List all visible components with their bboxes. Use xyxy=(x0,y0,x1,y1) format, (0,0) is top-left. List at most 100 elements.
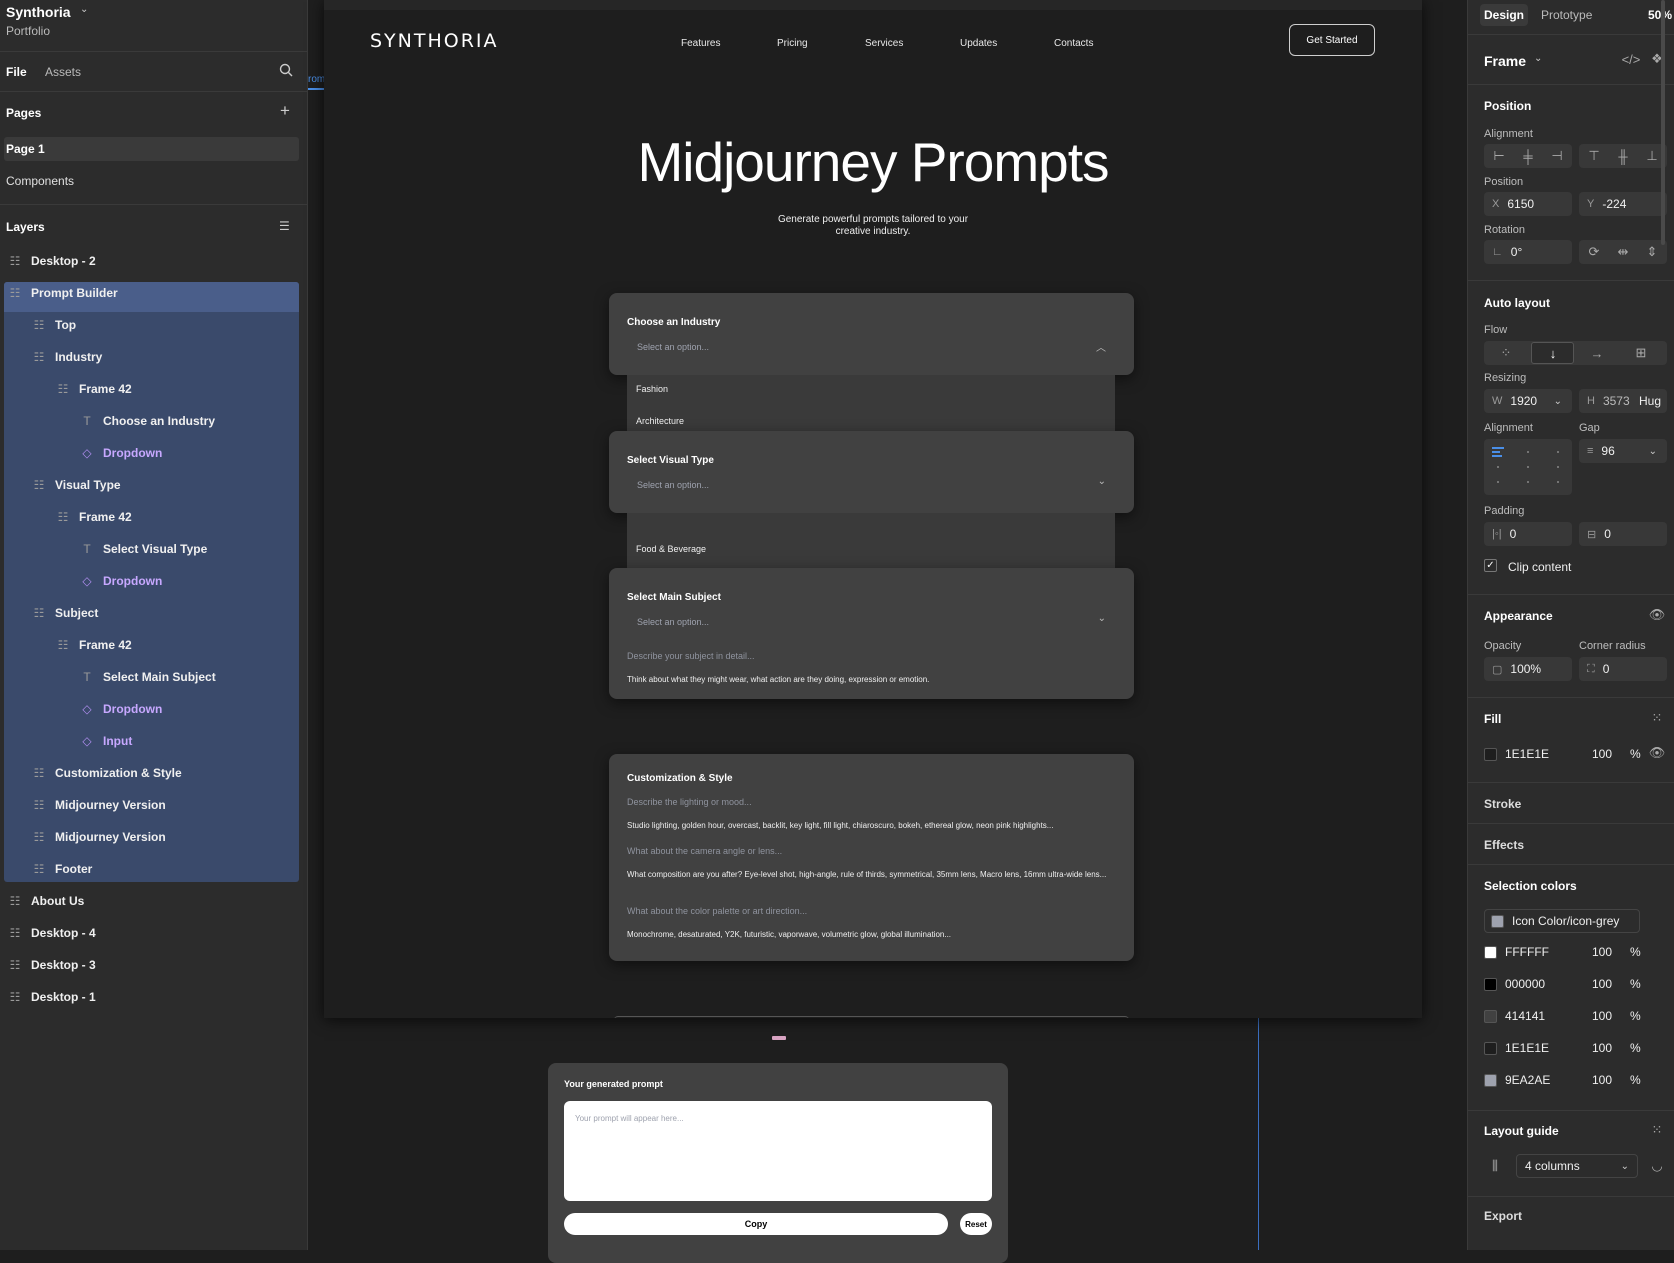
align-right-icon[interactable]: ⊣ xyxy=(1544,145,1570,167)
layer-item[interactable]: ☷ About Us xyxy=(0,886,308,916)
eye-icon[interactable]: 👁 xyxy=(1644,604,1670,626)
padding-horizontal-field[interactable]: |◦| 0 xyxy=(1484,522,1572,546)
generated-prompt-field[interactable]: Your prompt will appear here... xyxy=(564,1101,992,1201)
lighting-input[interactable]: Describe the lighting or mood... xyxy=(627,797,752,807)
tab-file[interactable]: File xyxy=(6,65,27,79)
color-opacity[interactable]: 100 xyxy=(1592,1041,1612,1055)
layer-item[interactable]: ◇ Dropdown xyxy=(0,566,308,596)
layer-item[interactable]: T Select Visual Type xyxy=(0,534,308,564)
selection-color-row[interactable]: FFFFFF 100% xyxy=(1484,940,1664,964)
color-swatch[interactable] xyxy=(1484,1009,1497,1023)
height-field[interactable]: H 3573 Hug xyxy=(1579,389,1667,413)
nav-features[interactable]: Features xyxy=(681,38,720,49)
clip-content-checkbox[interactable]: ✓ xyxy=(1484,559,1497,572)
code-icon[interactable]: </> xyxy=(1618,48,1644,70)
icon-color-style[interactable]: Icon Color/icon-grey xyxy=(1484,909,1640,933)
selection-color-row[interactable]: 414141 100% xyxy=(1484,1004,1664,1028)
y-field[interactable]: Y -224 xyxy=(1579,192,1667,216)
layer-item[interactable]: ☷ Frame 42 xyxy=(0,630,308,660)
color-hex[interactable]: 414141 xyxy=(1505,1009,1545,1023)
panel-scrollbar[interactable] xyxy=(1661,0,1665,245)
style-grid-icon[interactable]: ⁙ xyxy=(1644,707,1670,729)
tab-prototype[interactable]: Prototype xyxy=(1541,8,1592,22)
gap-field[interactable]: ≡ 96 ⌄ xyxy=(1579,439,1667,463)
flip-horizontal-icon[interactable]: ⇹ xyxy=(1610,241,1636,263)
camera-input[interactable]: What about the camera angle or lens... xyxy=(627,846,782,856)
layer-item[interactable]: ◇ Dropdown xyxy=(0,438,308,468)
color-hex[interactable]: 9EA2AE xyxy=(1505,1073,1550,1087)
chevron-down-icon[interactable]: ⌄ xyxy=(1098,613,1106,624)
resize-handle[interactable] xyxy=(772,1036,786,1040)
layer-item[interactable]: ☷ Prompt Builder xyxy=(0,278,308,308)
chevron-down-icon[interactable]: ⌄ xyxy=(1554,396,1562,407)
selection-color-row[interactable]: 1E1E1E 100% xyxy=(1484,1036,1664,1060)
frame-label[interactable]: Frame xyxy=(1484,53,1526,69)
layer-item[interactable]: ◇ Dropdown xyxy=(0,694,308,724)
dropdown-option-fashion[interactable]: Fashion xyxy=(636,384,668,394)
color-opacity[interactable]: 100 xyxy=(1592,1073,1612,1087)
layer-item[interactable]: ☷ Footer xyxy=(0,854,308,884)
layer-item[interactable]: T Choose an Industry xyxy=(0,406,308,436)
fill-opacity[interactable]: 100 xyxy=(1592,747,1612,761)
align-top-icon[interactable]: ⊤ xyxy=(1581,145,1607,167)
search-icon[interactable] xyxy=(279,63,293,80)
color-hex[interactable]: 1E1E1E xyxy=(1505,1041,1549,1055)
layer-item[interactable]: ☷ Top xyxy=(0,310,308,340)
layer-item[interactable]: ☷ Frame 42 xyxy=(0,374,308,404)
get-started-button[interactable]: Get Started xyxy=(1289,24,1375,56)
layer-item[interactable]: ☷ Frame 42 xyxy=(0,502,308,532)
tab-design[interactable]: Design xyxy=(1484,8,1524,22)
nav-contacts[interactable]: Contacts xyxy=(1054,38,1093,49)
subject-dropdown[interactable]: Select an option... xyxy=(637,617,709,627)
layer-item[interactable]: ☷ Desktop - 2 xyxy=(0,246,308,276)
alignment-grid[interactable] xyxy=(1484,439,1572,495)
export-header[interactable]: Export xyxy=(1484,1209,1522,1223)
desktop-frame-prompt-builder[interactable]: SYNTHORIA Features Pricing Services Upda… xyxy=(324,0,1422,1018)
color-opacity[interactable]: 100 xyxy=(1592,945,1612,959)
color-swatch[interactable] xyxy=(1484,945,1497,959)
corner-radius-field[interactable]: ⛶ 0 xyxy=(1579,657,1667,681)
opacity-field[interactable]: ▢ 100% xyxy=(1484,657,1572,681)
nav-services[interactable]: Services xyxy=(865,38,903,49)
chevron-up-icon[interactable]: ︿ xyxy=(1096,339,1106,354)
color-hex[interactable]: FFFFFF xyxy=(1505,945,1549,959)
visual-type-dropdown[interactable]: Select an option... xyxy=(637,480,709,490)
columns-dropdown[interactable]: 4 columns ⌄ xyxy=(1516,1154,1638,1178)
columns-icon[interactable]: ⫼ xyxy=(1482,1155,1508,1177)
site-logo[interactable]: SYNTHORIA xyxy=(370,30,499,52)
nav-updates[interactable]: Updates xyxy=(960,38,997,49)
layer-item[interactable]: ◇ Input xyxy=(0,726,308,756)
color-swatch[interactable] xyxy=(1484,1041,1497,1055)
eye-icon[interactable]: 👁 xyxy=(1644,742,1670,764)
layer-item[interactable]: ☷ Desktop - 3 xyxy=(0,950,308,980)
color-swatch[interactable] xyxy=(1484,977,1497,991)
selection-color-row[interactable]: 9EA2AE 100% xyxy=(1484,1068,1664,1092)
chevron-down-icon[interactable]: ⌄ xyxy=(1534,53,1542,64)
add-page-icon[interactable]: + xyxy=(280,101,290,121)
flow-free-icon[interactable]: ⁘ xyxy=(1491,342,1521,364)
layer-item[interactable]: ☷ Desktop - 4 xyxy=(0,918,308,948)
color-opacity[interactable]: 100 xyxy=(1592,1009,1612,1023)
chevron-down-icon[interactable]: ⌄ xyxy=(1649,446,1657,457)
stroke-header[interactable]: Stroke xyxy=(1484,797,1521,811)
rotate-icon[interactable]: ⟳ xyxy=(1581,241,1607,263)
layer-item[interactable]: ☷ Visual Type xyxy=(0,470,308,500)
x-field[interactable]: X 6150 xyxy=(1484,192,1572,216)
subject-input[interactable]: Describe your subject in detail... xyxy=(627,651,755,661)
height-mode[interactable]: Hug xyxy=(1639,394,1661,408)
tab-assets[interactable]: Assets xyxy=(45,65,81,79)
layer-item[interactable]: ☷ Customization & Style xyxy=(0,758,308,788)
chevron-down-icon[interactable]: ⌄ xyxy=(80,4,88,15)
layer-item[interactable]: ☷ Subject xyxy=(0,598,308,628)
color-opacity[interactable]: 100 xyxy=(1592,977,1612,991)
palette-input[interactable]: What about the color palette or art dire… xyxy=(627,906,807,916)
align-left-icon[interactable]: ⊢ xyxy=(1486,145,1512,167)
layer-item[interactable]: ☷ Desktop - 1 xyxy=(0,982,308,1012)
flow-grid-icon[interactable]: ⊞ xyxy=(1626,342,1656,364)
layer-item[interactable]: T Select Main Subject xyxy=(0,662,308,692)
fill-hex[interactable]: 1E1E1E xyxy=(1505,747,1549,761)
dropdown-option-food-beverage[interactable]: Food & Beverage xyxy=(636,544,706,554)
selection-color-row[interactable]: 000000 100% xyxy=(1484,972,1664,996)
page-item-page-1[interactable]: Page 1 xyxy=(6,142,45,156)
fill-swatch[interactable] xyxy=(1484,747,1497,761)
